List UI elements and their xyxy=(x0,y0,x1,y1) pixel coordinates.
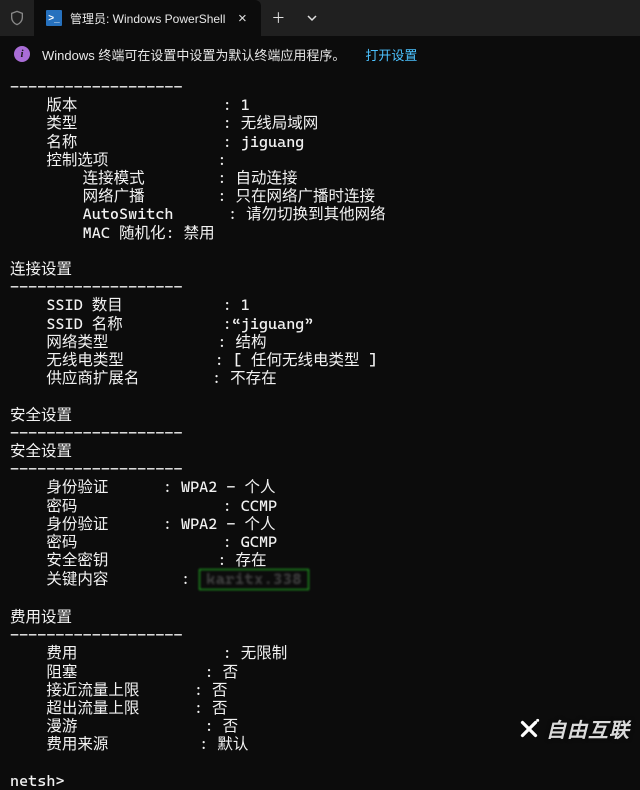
title-bar: >_ 管理员: Windows PowerShell × ＋ xyxy=(0,0,640,36)
info-bar: i Windows 终端可在设置中设置为默认终端应用程序。 打开设置 xyxy=(0,36,640,72)
tab-title: 管理员: Windows PowerShell xyxy=(70,10,225,27)
close-icon[interactable]: × xyxy=(233,10,251,27)
tab[interactable]: >_ 管理员: Windows PowerShell × xyxy=(34,0,261,36)
tabs-dropdown[interactable] xyxy=(295,0,329,36)
terminal-output: ------------------- 版本 : 1 类型 : 无线局域网 名称… xyxy=(0,72,640,790)
infobar-message: Windows 终端可在设置中设置为默认终端应用程序。 xyxy=(42,45,345,64)
powershell-icon: >_ xyxy=(46,10,62,26)
open-settings-link[interactable]: 打开设置 xyxy=(365,45,417,64)
shield-icon xyxy=(0,0,34,36)
new-tab-button[interactable]: ＋ xyxy=(261,0,295,36)
info-icon: i xyxy=(14,46,30,62)
